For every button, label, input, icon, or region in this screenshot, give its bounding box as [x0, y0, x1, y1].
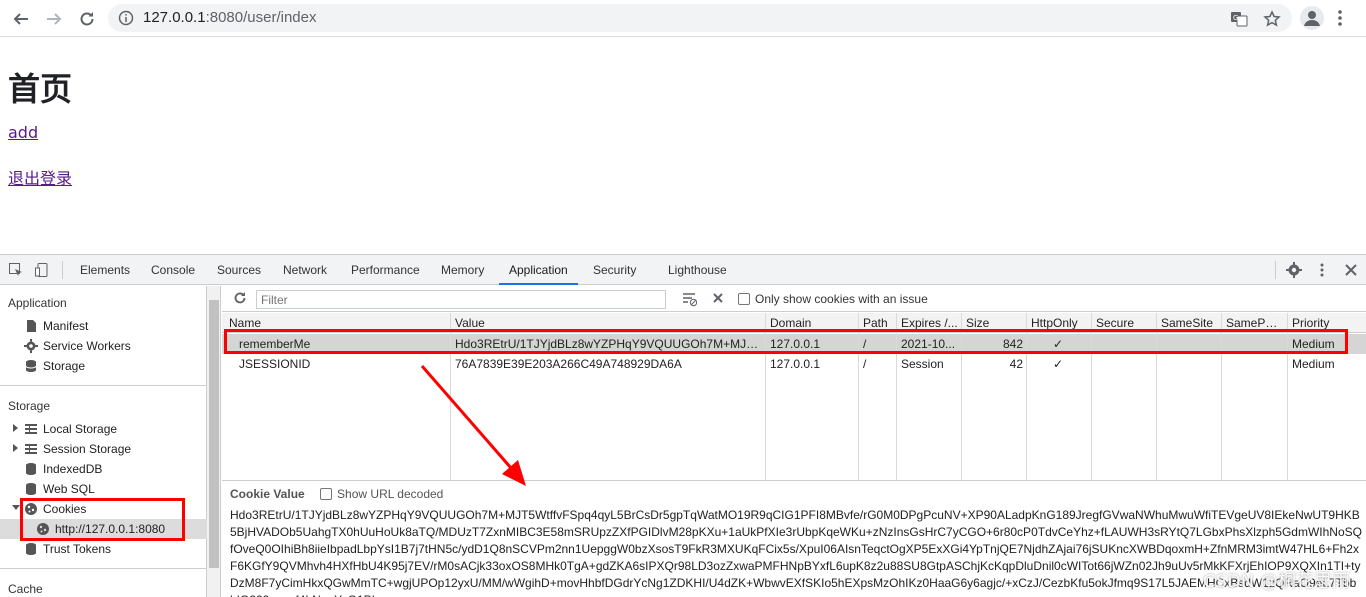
- devtools-tabbar: Elements Console Sources Network Perform…: [0, 255, 1366, 285]
- reload-icon: [80, 12, 94, 26]
- browser-toolbar: 127.0.0.1:8080/user/index G: [0, 0, 1366, 37]
- info-icon[interactable]: [118, 10, 134, 26]
- cookies-toolbar: Only show cookies with an issue: [222, 286, 1366, 312]
- profile-avatar[interactable]: [1300, 6, 1324, 30]
- tab-memory[interactable]: Memory: [441, 255, 484, 285]
- tab-application[interactable]: Application: [499, 255, 578, 285]
- add-link[interactable]: add: [8, 123, 38, 142]
- tab-security[interactable]: Security: [593, 255, 636, 285]
- tab-lighthouse[interactable]: Lighthouse: [668, 255, 727, 285]
- back-button[interactable]: [8, 6, 34, 32]
- page-content: 首页 add 退出登录: [0, 38, 1366, 254]
- database-icon: [25, 360, 37, 372]
- highlight-box: [20, 498, 185, 541]
- cookie-expires: Session: [901, 357, 944, 371]
- cookie-path: /: [863, 357, 867, 371]
- sidebar-item-indexeddb[interactable]: IndexedDB: [24, 459, 102, 479]
- application-sidebar: Application Manifest Service Workers Sto…: [0, 286, 207, 597]
- filter-input[interactable]: [256, 290, 666, 309]
- close-icon[interactable]: [712, 292, 724, 304]
- expand-arrow-icon[interactable]: [13, 444, 18, 452]
- cookie-value-pane: Cookie Value Show URL decoded Hdo3REtrU/…: [222, 480, 1366, 597]
- svg-text:G: G: [1233, 14, 1238, 22]
- sidebar-item-session-storage[interactable]: Session Storage: [24, 439, 131, 459]
- logout-link[interactable]: 退出登录: [8, 165, 72, 189]
- sidebar-scrollbar[interactable]: [207, 286, 221, 597]
- devtools-panel: Elements Console Sources Network Perform…: [0, 254, 1366, 597]
- tab-sources[interactable]: Sources: [217, 255, 261, 285]
- only-issue-checkbox[interactable]: Only show cookies with an issue: [738, 292, 928, 306]
- table-row[interactable]: JSESSIONID 76A7839E39E203A266C49A748929D…: [222, 354, 1366, 374]
- more-vert-icon[interactable]: [1333, 8, 1347, 28]
- sidebar-item-trust-tokens[interactable]: Trust Tokens: [24, 539, 111, 559]
- address-bar[interactable]: 127.0.0.1:8080/user/index G: [108, 4, 1292, 32]
- database-icon: [26, 463, 36, 475]
- cookie-httponly: ✓: [1053, 357, 1064, 371]
- cookie-domain: 127.0.0.1: [770, 357, 821, 371]
- sidebar-item-storage[interactable]: Storage: [24, 356, 85, 376]
- person-icon: [1304, 11, 1320, 26]
- highlight-box: [224, 329, 1348, 354]
- device-toggle-icon[interactable]: [34, 262, 50, 278]
- sidebar-section-cache: Cache: [8, 582, 43, 596]
- database-icon: [26, 543, 36, 555]
- clear-filtered-icon[interactable]: [682, 291, 698, 307]
- arrow-left-icon: [13, 13, 28, 25]
- gear-icon[interactable]: [1286, 262, 1302, 278]
- star-icon[interactable]: [1263, 10, 1281, 28]
- reload-button[interactable]: [74, 6, 100, 32]
- sidebar-item-manifest[interactable]: Manifest: [24, 316, 88, 336]
- expand-arrow-icon[interactable]: [13, 424, 18, 432]
- cookie-priority: Medium: [1292, 357, 1335, 371]
- tab-network[interactable]: Network: [283, 255, 327, 285]
- database-icon: [26, 483, 36, 495]
- divider: [0, 385, 207, 386]
- gear-icon: [24, 339, 38, 353]
- more-vert-icon[interactable]: [1314, 262, 1330, 278]
- file-icon: [27, 320, 36, 332]
- tab-elements[interactable]: Elements: [80, 255, 130, 285]
- cookie-value-text[interactable]: Hdo3REtrU/1TJYjdBLz8wYZPHqY9VQUUGOh7M+MJ…: [230, 507, 1362, 597]
- tab-console[interactable]: Console: [151, 255, 195, 285]
- inspect-icon[interactable]: [8, 262, 24, 278]
- forward-button[interactable]: [41, 6, 67, 32]
- scrollbar-thumb[interactable]: [209, 300, 219, 568]
- divider: [0, 568, 207, 569]
- page-heading: 首页: [8, 70, 73, 108]
- close-icon[interactable]: [1343, 262, 1359, 278]
- collapse-arrow-icon[interactable]: [12, 505, 20, 510]
- sidebar-section-storage: Storage: [8, 399, 51, 413]
- grid-icon: [25, 424, 37, 434]
- sidebar-section-application: Application: [8, 296, 67, 310]
- divider: [62, 261, 63, 279]
- sidebar-item-service-workers[interactable]: Service Workers: [24, 336, 131, 356]
- tab-performance[interactable]: Performance: [351, 255, 420, 285]
- arrow-right-icon: [47, 13, 62, 25]
- grid-icon: [25, 444, 37, 454]
- checkbox[interactable]: [738, 293, 750, 305]
- watermark: CSDN @桐花思雨: [1202, 571, 1350, 592]
- url-text: 127.0.0.1:8080/user/index: [143, 9, 317, 26]
- sidebar-item-web-sql[interactable]: Web SQL: [24, 479, 95, 499]
- cookie-size: 42: [1009, 357, 1023, 371]
- url-decoded-checkbox[interactable]: [320, 488, 333, 500]
- cookie-value-title: Cookie Value: [230, 487, 305, 501]
- divider: [1275, 261, 1276, 279]
- sidebar-item-local-storage[interactable]: Local Storage: [24, 419, 117, 439]
- translate-icon[interactable]: G: [1230, 10, 1248, 28]
- annotation-arrow: [420, 365, 526, 486]
- refresh-icon[interactable]: [233, 291, 247, 305]
